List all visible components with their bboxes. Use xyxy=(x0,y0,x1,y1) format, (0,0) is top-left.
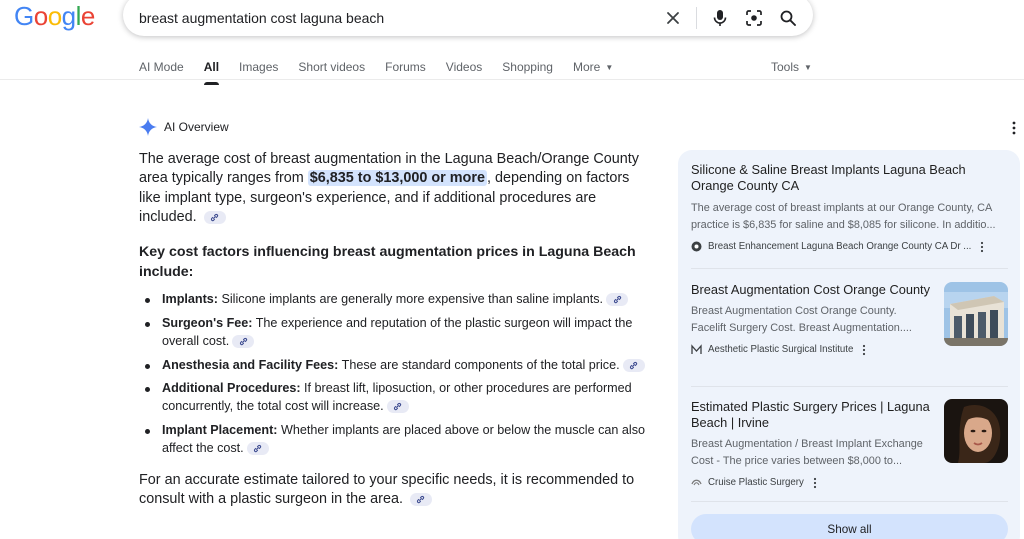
source-site-name: Aesthetic Plastic Surgical Institute xyxy=(708,344,854,356)
tab-all[interactable]: All xyxy=(203,55,220,85)
factor-term: Implants: xyxy=(162,292,218,307)
source-site-name: Breast Enhancement Laguna Beach Orange C… xyxy=(708,241,972,253)
search-input[interactable]: breast augmentation cost laguna beach xyxy=(139,4,662,26)
factor-term: Surgeon's Fee: xyxy=(162,315,253,330)
cost-factors-list: Implants: Silicone implants are generall… xyxy=(139,291,649,457)
tab-label: All xyxy=(203,60,220,74)
source-attribution: Cruise Plastic Surgery xyxy=(691,477,1008,489)
card-divider xyxy=(691,501,1008,502)
source-snippet: Facelift Surgery Cost. Breast Augmentati… xyxy=(691,321,912,334)
header-divider xyxy=(0,79,1024,80)
tab-label: Shopping xyxy=(502,60,553,74)
show-all-button[interactable]: Show all xyxy=(691,514,1008,539)
factor-term: Implant Placement: xyxy=(162,422,278,437)
tab-short-videos[interactable]: Short videos xyxy=(298,55,365,79)
link-icon[interactable] xyxy=(409,492,432,506)
site-favicon-icon xyxy=(691,477,702,488)
tab-more[interactable]: More ▼ xyxy=(573,55,613,79)
tab-label: Images xyxy=(239,60,279,74)
tab-videos[interactable]: Videos xyxy=(446,55,482,79)
gemini-sparkle-icon xyxy=(139,118,157,136)
source-title[interactable]: Breast Augmentation Cost Orange County xyxy=(691,282,931,298)
microphone-icon[interactable] xyxy=(709,7,731,29)
link-icon[interactable] xyxy=(606,293,628,307)
source-card[interactable]: Silicone & Saline Breast Implants Laguna… xyxy=(691,162,1008,253)
search-box[interactable]: breast augmentation cost laguna beach xyxy=(123,0,813,36)
list-item: Additional Procedures: If breast lift, l… xyxy=(139,380,649,416)
key-factors-heading: Key cost factors influencing breast augm… xyxy=(139,244,636,281)
caret-down-icon: ▼ xyxy=(804,62,812,72)
factor-term: Additional Procedures: xyxy=(162,381,301,396)
tab-forums[interactable]: Forums xyxy=(385,55,426,79)
tools-button[interactable]: Tools ▼ xyxy=(771,55,812,79)
google-logo[interactable]: Google xyxy=(14,1,95,32)
source-snippet: The average cost of breast implants at o… xyxy=(691,202,993,214)
tab-label: Videos xyxy=(445,60,483,74)
source-attribution: Breast Enhancement Laguna Beach Orange C… xyxy=(691,241,1008,253)
list-item: Implant Placement: Whether implants are … xyxy=(139,422,649,458)
link-icon[interactable] xyxy=(232,334,255,348)
tab-images[interactable]: Images xyxy=(239,55,278,79)
closing-text: For an accurate estimate tailored to you… xyxy=(139,471,635,507)
more-options-icon[interactable] xyxy=(859,344,869,356)
ai-overview-header: AI Overview xyxy=(139,118,229,136)
tab-shopping[interactable]: Shopping xyxy=(502,55,553,79)
source-thumbnail[interactable] xyxy=(944,399,1008,463)
source-thumbnail[interactable] xyxy=(944,282,1008,346)
factor-text: These are standard components of the tot… xyxy=(338,357,620,372)
source-snippet: practice is $6,835 for saline and $8,085… xyxy=(691,218,996,231)
clear-icon[interactable] xyxy=(662,7,684,29)
site-favicon-icon xyxy=(691,241,702,252)
factor-term: Anesthesia and Facility Fees: xyxy=(162,357,339,372)
tab-label: Short videos xyxy=(298,60,366,74)
ai-overview-content: The average cost of breast augmentation … xyxy=(139,150,649,509)
overview-summary: The average cost of breast augmentation … xyxy=(139,150,649,227)
overview-closing: For an accurate estimate tailored to you… xyxy=(139,471,649,510)
link-icon[interactable] xyxy=(203,210,226,224)
search-divider xyxy=(696,7,697,29)
more-options-icon[interactable] xyxy=(977,241,987,253)
list-item: Implants: Silicone implants are generall… xyxy=(139,291,649,309)
tab-label: Forums xyxy=(385,60,426,74)
ai-overview-label: AI Overview xyxy=(164,120,229,134)
source-snippet: Breast Augmentation / Breast Implant Exc… xyxy=(691,438,923,450)
tab-label: AI Mode xyxy=(139,60,184,74)
list-item: Surgeon's Fee: The experience and reputa… xyxy=(139,315,649,351)
list-item: Anesthesia and Facility Fees: These are … xyxy=(139,357,649,375)
lens-icon[interactable] xyxy=(743,7,765,29)
show-all-label: Show all xyxy=(827,522,872,536)
link-icon[interactable] xyxy=(246,441,269,455)
more-options-icon[interactable] xyxy=(1008,120,1020,136)
sources-panel: Silicone & Saline Breast Implants Laguna… xyxy=(678,150,1020,539)
source-site-name: Cruise Plastic Surgery xyxy=(708,477,804,489)
source-title[interactable]: Silicone & Saline Breast Implants Laguna… xyxy=(691,162,1008,194)
more-options-icon[interactable] xyxy=(810,477,820,489)
price-range-highlight: $6,835 to $13,000 or more xyxy=(307,170,487,187)
source-title[interactable]: Estimated Plastic Surgery Prices | Lagun… xyxy=(691,399,936,431)
search-icon[interactable] xyxy=(777,7,799,29)
tab-label: More xyxy=(572,60,601,74)
site-favicon-icon xyxy=(691,344,702,355)
card-divider xyxy=(691,386,1008,387)
source-snippet: Cost - The price varies between $8,000 t… xyxy=(691,454,903,467)
search-tabs: AI Mode All Images Short videos Forums V… xyxy=(139,55,633,85)
card-divider xyxy=(691,268,1008,269)
tab-ai-mode[interactable]: AI Mode xyxy=(139,55,184,79)
factor-text: Silicone implants are generally more exp… xyxy=(217,292,603,307)
tools-label: Tools xyxy=(771,60,800,74)
caret-down-icon: ▼ xyxy=(605,62,614,72)
link-icon[interactable] xyxy=(386,400,409,414)
source-snippet: Breast Augmentation Cost Orange County. xyxy=(691,305,897,317)
link-icon[interactable] xyxy=(622,358,645,372)
